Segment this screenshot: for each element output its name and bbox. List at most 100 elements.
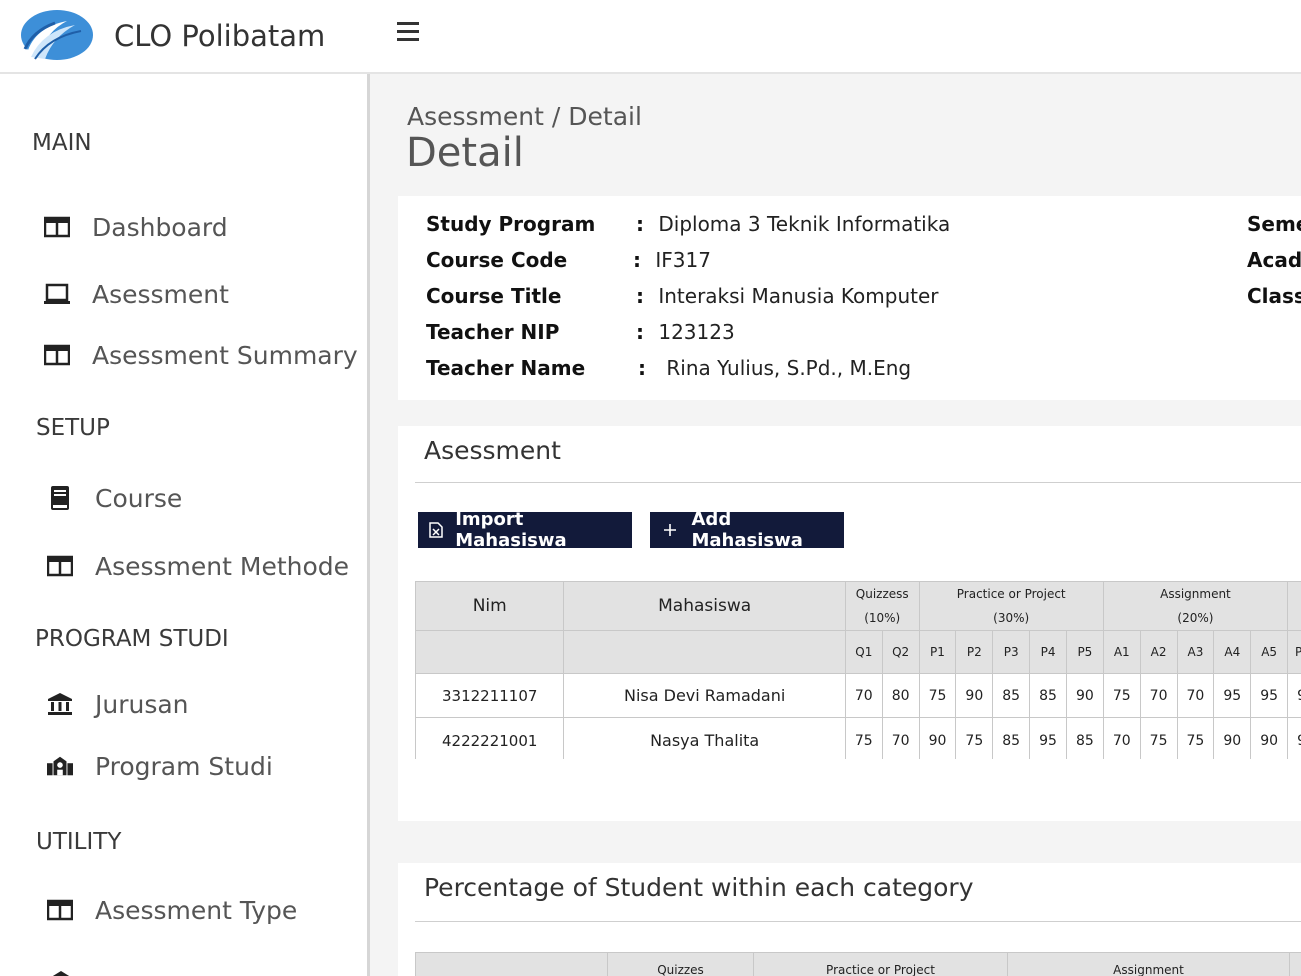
sidebar-item-program-studi[interactable]: Program Studi xyxy=(47,746,273,786)
score-cell[interactable]: 80 xyxy=(881,673,920,718)
score-cell[interactable]: 85 xyxy=(992,673,1031,718)
col-header: PP1 xyxy=(1287,630,1301,674)
table-row[interactable]: 4222221001 Nasya Thalita 75 70 90 75 85 … xyxy=(415,717,1301,759)
score-cell[interactable]: 75 xyxy=(918,673,957,718)
score-cell[interactable]: 95 xyxy=(1250,673,1289,718)
import-mahasiswa-label: Import Mahasiswa xyxy=(455,509,567,551)
score-cell[interactable]: 95 xyxy=(1287,673,1301,718)
cell-nim: 3312211107 xyxy=(415,673,565,718)
sidebar-item-label: Asessment Type xyxy=(95,895,298,925)
cell-mahasiswa: Nisa Devi Ramadani xyxy=(563,673,846,718)
divider xyxy=(415,921,1301,922)
col-header: A3 xyxy=(1176,630,1215,674)
percentage-card-title: Percentage of Student within each catego… xyxy=(424,873,974,902)
col-header-practice: Practice or Project xyxy=(753,952,1008,976)
score-cell[interactable]: 90 xyxy=(1213,717,1252,759)
score-cell[interactable]: 85 xyxy=(992,717,1031,759)
hamburger-menu-icon[interactable] xyxy=(397,22,419,44)
group-header-practice: Practice or Project (30%) xyxy=(918,581,1104,631)
col-header-assignment: Assignment xyxy=(1007,952,1290,976)
brand-title: CLO Polibatam xyxy=(114,19,326,53)
add-mahasiswa-label: Add Mahasiswa xyxy=(691,509,803,551)
info-value-course-title: : Interaksi Manusia Komputer xyxy=(636,284,939,308)
empty-header-cell xyxy=(415,630,565,674)
score-cell[interactable]: 70 xyxy=(1102,717,1141,759)
table-row[interactable]: 3312211107 Nisa Devi Ramadani 70 80 75 9… xyxy=(415,673,1301,718)
sidebar-section-utility: UTILITY xyxy=(36,829,122,855)
info-value: 123123 xyxy=(658,320,735,344)
score-cell[interactable]: 90 xyxy=(1287,717,1301,759)
info-row-course-title: Course Title xyxy=(426,284,561,308)
sidebar-section-program-studi: PROGRAM STUDI xyxy=(35,626,229,652)
group-weight: (30%) xyxy=(993,611,1030,625)
import-mahasiswa-button[interactable]: Import Mahasiswa xyxy=(418,509,632,551)
sidebar-item-asessment[interactable]: Asessment xyxy=(44,274,229,314)
sidebar-item-asessment-summary[interactable]: Asessment Summary xyxy=(44,335,358,375)
separator: : xyxy=(633,248,641,272)
sidebar-item-label: Dashboard xyxy=(92,212,228,242)
breadcrumb: Asessment / Detail xyxy=(407,102,642,131)
table-subheader-row: Q1 Q2 P1 P2 P3 P4 P5 A1 A2 A3 A4 A5 PP1 xyxy=(415,630,1301,674)
score-cell[interactable]: 90 xyxy=(918,717,957,759)
info-value: Interaksi Manusia Komputer xyxy=(658,284,939,308)
group-name: Quizzess xyxy=(855,587,909,601)
col-header: Q2 xyxy=(881,630,920,674)
score-cell[interactable]: 95 xyxy=(1029,717,1067,759)
score-cell[interactable]: 70 xyxy=(1176,673,1215,718)
col-header: A2 xyxy=(1139,630,1178,674)
sidebar-section-setup: SETUP xyxy=(36,415,110,441)
info-row-teacher-nip: Teacher NIP xyxy=(426,320,559,344)
group-header-assignment: Assignment (20%) xyxy=(1102,581,1289,631)
sidebar-item-label: Asessment Summary xyxy=(92,340,358,370)
score-cell[interactable]: 75 xyxy=(1139,717,1178,759)
score-cell[interactable]: 75 xyxy=(1176,717,1215,759)
table-header-row: Nim Mahasiswa Quizzess (10%) Practice or… xyxy=(415,581,1301,631)
score-cell[interactable]: 85 xyxy=(1029,673,1067,718)
info-label: Study Program xyxy=(426,212,596,236)
score-cell[interactable]: 70 xyxy=(881,717,920,759)
add-mahasiswa-button[interactable]: Add Mahasiswa xyxy=(650,509,844,551)
col-header-nim: Nim xyxy=(415,581,565,631)
assessment-table-wrapper: Nim Mahasiswa Quizzess (10%) Practice or… xyxy=(415,581,1301,759)
score-cell[interactable]: 75 xyxy=(955,717,994,759)
sidebar-item-course[interactable]: Course xyxy=(47,478,182,518)
info-label-semester: Seme xyxy=(1247,212,1301,236)
score-cell[interactable]: 85 xyxy=(1065,717,1104,759)
info-label: Teacher NIP xyxy=(426,320,560,344)
school-icon xyxy=(47,754,73,778)
col-header: P1 xyxy=(918,630,957,674)
info-label: Course Title xyxy=(426,284,562,308)
score-cell[interactable]: 70 xyxy=(844,673,883,718)
info-value: IF317 xyxy=(655,248,711,272)
sidebar-item-asessment-methode[interactable]: Asessment Methode xyxy=(47,546,349,586)
polibatam-logo[interactable] xyxy=(21,9,93,61)
score-cell[interactable]: 75 xyxy=(1102,673,1141,718)
col-header: A4 xyxy=(1213,630,1252,674)
table-icon xyxy=(47,554,73,578)
col-header: P5 xyxy=(1065,630,1104,674)
info-row-course-code: Course Code xyxy=(426,248,567,272)
info-label: Course Code xyxy=(426,248,568,272)
percentage-card: Percentage of Student within each catego… xyxy=(398,863,1301,976)
empty-header-cell xyxy=(1289,952,1301,976)
table-icon xyxy=(44,215,70,239)
assessment-table: Nim Mahasiswa Quizzess (10%) Practice or… xyxy=(415,581,1301,759)
info-label-academic-year: Acad xyxy=(1247,248,1301,272)
col-header: Q1 xyxy=(844,630,883,674)
group-header-partial: P Pr xyxy=(1287,581,1301,631)
score-cell[interactable]: 90 xyxy=(1250,717,1289,759)
score-cell[interactable]: 70 xyxy=(1139,673,1178,718)
sidebar-item-asessment-type[interactable]: Asessment Type xyxy=(47,890,297,930)
score-cell[interactable]: 95 xyxy=(1213,673,1252,718)
info-row-study-program: Study Program xyxy=(426,212,595,236)
score-cell[interactable]: 75 xyxy=(844,717,883,759)
sidebar-item-label: Program Studi xyxy=(95,751,273,781)
sidebar-item-dashboard[interactable]: Dashboard xyxy=(44,207,228,247)
bank-icon xyxy=(47,692,73,716)
sidebar-item-jurusan[interactable]: Jurusan xyxy=(47,684,189,724)
info-value-teacher-nip: : 123123 xyxy=(636,320,735,344)
info-value-study-program: : Diploma 3 Teknik Informatika xyxy=(636,212,950,236)
col-header: P2 xyxy=(955,630,994,674)
score-cell[interactable]: 90 xyxy=(955,673,994,718)
score-cell[interactable]: 90 xyxy=(1065,673,1104,718)
